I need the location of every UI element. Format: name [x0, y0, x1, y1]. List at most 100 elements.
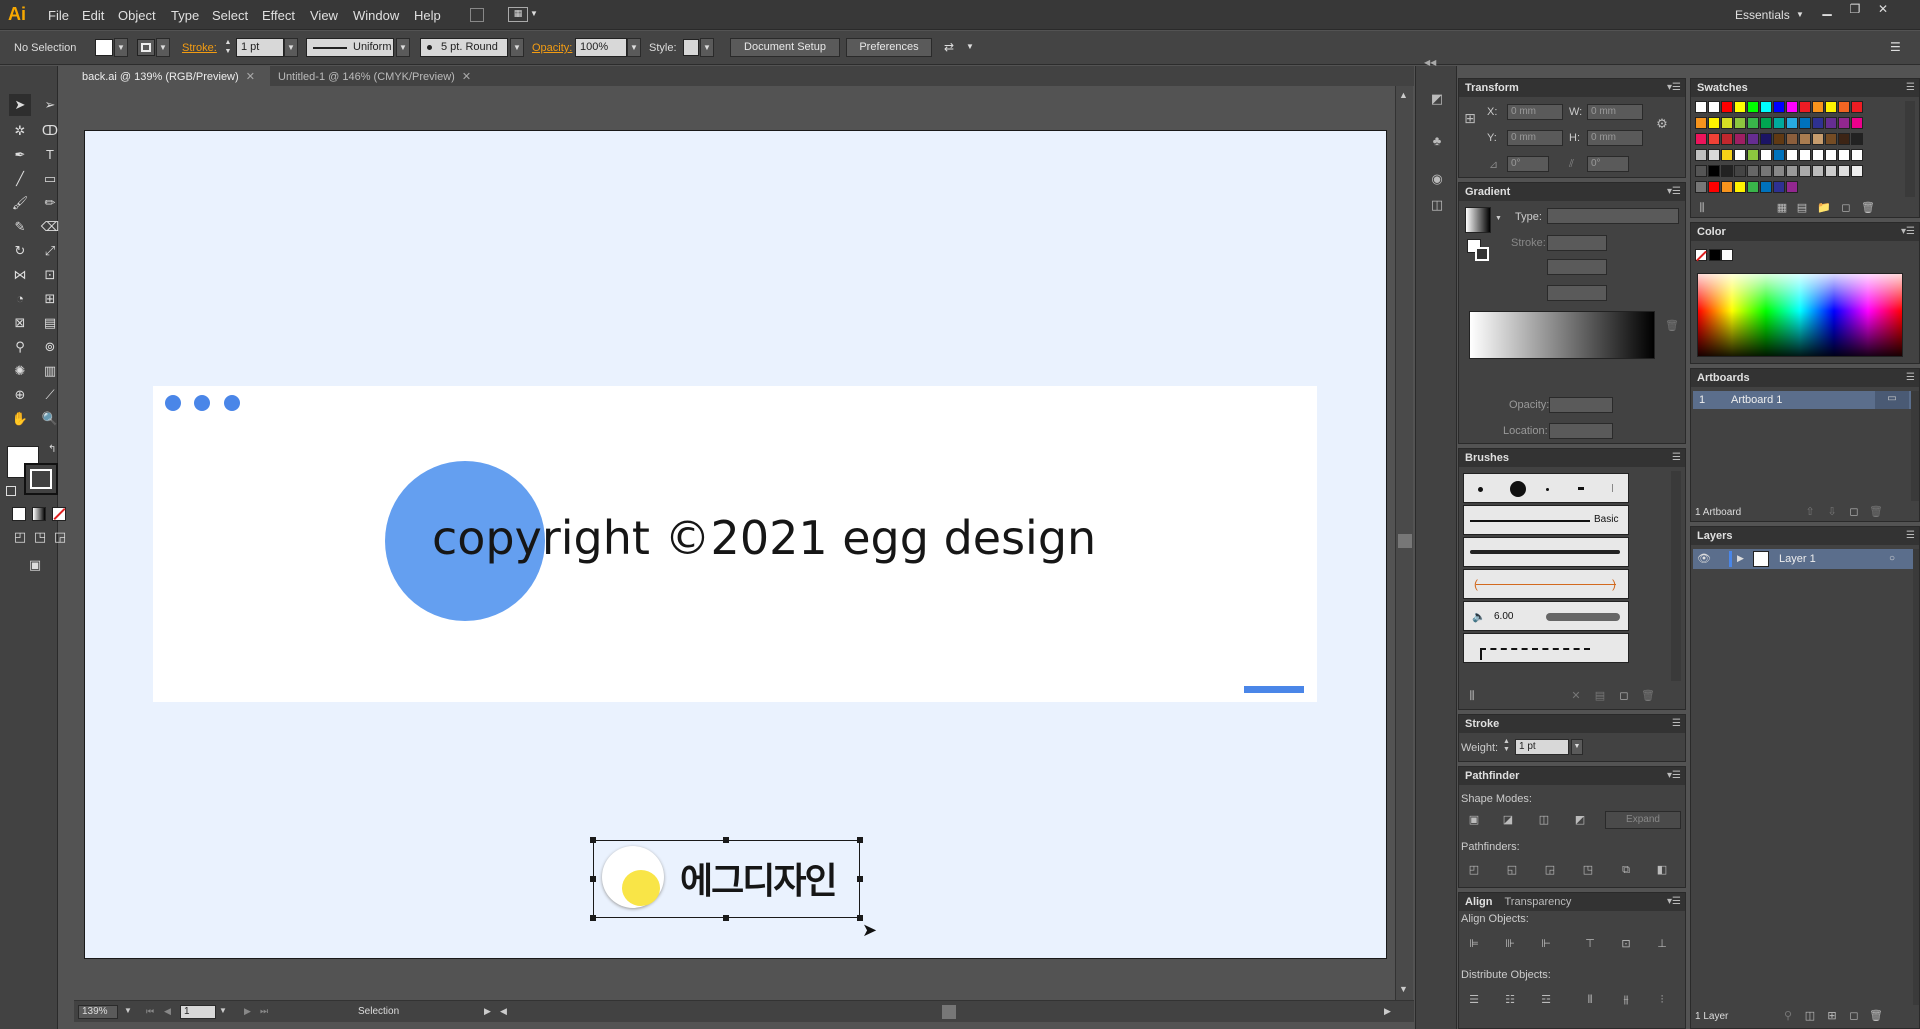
brush-libraries-icon[interactable]: ⫼ — [1465, 689, 1479, 703]
weight-stepper[interactable]: ▲ ▼ — [1503, 738, 1510, 754]
swatch[interactable] — [1786, 165, 1798, 177]
swatch[interactable] — [1721, 101, 1733, 113]
align-center-v-icon[interactable]: ⊡ — [1619, 937, 1633, 951]
column-graph-tool-icon[interactable]: ▥ — [39, 360, 61, 382]
artboard-row[interactable]: 1 Artboard 1 ▭ — [1693, 391, 1911, 409]
swatch[interactable] — [1851, 149, 1863, 161]
none-mode-icon[interactable] — [52, 507, 66, 521]
swatch[interactable] — [1747, 181, 1759, 193]
gradient-angle-field[interactable] — [1547, 259, 1607, 275]
swatch[interactable] — [1786, 117, 1798, 129]
banner-dot[interactable] — [165, 395, 181, 411]
swatch[interactable] — [1721, 181, 1733, 193]
color-guide-icon[interactable]: ◩ — [1430, 92, 1444, 106]
color-mode-icon[interactable] — [12, 507, 26, 521]
workspace-switcher[interactable]: Essentials — [1735, 8, 1790, 22]
draw-inside-icon[interactable]: ◲ — [49, 526, 71, 548]
stroke-color-box[interactable] — [24, 463, 58, 495]
stroke-swatch[interactable] — [137, 39, 155, 56]
swatch[interactable] — [1825, 101, 1837, 113]
vertical-scrollbar[interactable]: ▲ ▼ — [1395, 86, 1413, 1000]
banner-dot[interactable] — [224, 395, 240, 411]
lasso-tool-icon[interactable]: ↀ — [39, 120, 61, 142]
chevron-down-icon[interactable]: ▼ — [530, 9, 538, 18]
graphic-styles-icon[interactable]: ◫ — [1430, 198, 1444, 212]
swatch[interactable] — [1721, 117, 1733, 129]
pathfinder-panel-title[interactable]: Pathfinder ▾☰ — [1459, 767, 1685, 785]
collapse-dock-icon[interactable]: ◀◀ — [1424, 58, 1436, 67]
distribute-center-h-icon[interactable]: ⫵ — [1619, 993, 1633, 1007]
last-artboard-icon[interactable]: ⏭ — [260, 1006, 268, 1017]
swatch[interactable] — [1708, 165, 1720, 177]
merge-icon[interactable]: ◲ — [1543, 863, 1557, 877]
panel-menu-icon[interactable]: ▾☰ — [1667, 770, 1681, 781]
swatch[interactable] — [1851, 133, 1863, 145]
symbols-icon[interactable]: ♣ — [1430, 134, 1444, 148]
opacity-field[interactable]: 100% — [575, 38, 627, 57]
trim-icon[interactable]: ◱ — [1505, 863, 1519, 877]
new-color-group-icon[interactable]: 📁 — [1817, 201, 1831, 215]
control-panel-menu-icon[interactable]: ☰ — [1890, 40, 1901, 54]
swatch[interactable] — [1825, 117, 1837, 129]
bounding-box-handle[interactable] — [857, 876, 863, 882]
swap-fill-stroke-icon[interactable]: ↰ — [48, 444, 56, 455]
tab-untitled-1[interactable]: Untitled-1 @ 146% (CMYK/Preview) ✕ — [270, 66, 490, 86]
bounding-box-handle[interactable] — [723, 915, 729, 921]
tab-close-icon[interactable]: ✕ — [462, 71, 471, 83]
tab-transparency[interactable]: Transparency — [1505, 896, 1572, 908]
swatch[interactable] — [1825, 133, 1837, 145]
swatch[interactable] — [1773, 117, 1785, 129]
artboard-dropdown-icon[interactable]: ▼ — [219, 1006, 227, 1015]
perspective-grid-tool-icon[interactable]: ⊞ — [39, 288, 61, 310]
brush-tip-tiny[interactable] — [1546, 488, 1549, 491]
make-clipping-mask-icon[interactable]: ◫ — [1803, 1009, 1817, 1023]
bounding-box-handle[interactable] — [723, 837, 729, 843]
crop-icon[interactable]: ◳ — [1581, 863, 1595, 877]
distribute-left-icon[interactable]: ⫴ — [1583, 993, 1597, 1007]
align-right-icon[interactable]: ⊩ — [1539, 937, 1553, 951]
symbol-sprayer-tool-icon[interactable]: ✺ — [9, 360, 31, 382]
brush-arrow-row[interactable]: ( ) — [1463, 569, 1629, 599]
white-color-icon[interactable] — [1721, 249, 1733, 261]
stroke-label[interactable]: Stroke: — [182, 42, 217, 54]
banner-dot[interactable] — [194, 395, 210, 411]
eyedropper-tool-icon[interactable]: ⚲ — [9, 336, 31, 358]
swatch[interactable] — [1721, 133, 1733, 145]
blob-brush-tool-icon[interactable]: ✎ — [9, 216, 31, 238]
swatch[interactable] — [1721, 165, 1733, 177]
gradient-stroke-icon[interactable] — [1475, 247, 1489, 261]
swatch[interactable] — [1734, 165, 1746, 177]
delete-swatch-icon[interactable]: 🗑 — [1861, 201, 1875, 215]
minus-back-icon[interactable]: ◧ — [1655, 863, 1669, 877]
swatch[interactable] — [1851, 117, 1863, 129]
scroll-right-icon[interactable]: ▶ — [1384, 1006, 1391, 1017]
zoom-field[interactable]: 139% — [78, 1005, 118, 1019]
swatch[interactable] — [1786, 101, 1798, 113]
artboard-options-icon[interactable]: ▭ — [1875, 391, 1909, 409]
x-field[interactable]: 0 mm — [1507, 104, 1563, 120]
swatch[interactable] — [1825, 149, 1837, 161]
swatch[interactable] — [1695, 181, 1707, 193]
next-artboard-icon[interactable]: ▶ — [244, 1006, 251, 1017]
align-left-icon[interactable]: ⊫ — [1467, 937, 1481, 951]
expand-button[interactable]: Expand — [1605, 811, 1681, 829]
blend-tool-icon[interactable]: ⊚ — [39, 336, 61, 358]
swatch[interactable] — [1786, 133, 1798, 145]
align-center-h-icon[interactable]: ⊪ — [1503, 937, 1517, 951]
gradient-type-select[interactable] — [1547, 208, 1679, 224]
swatch[interactable] — [1786, 149, 1798, 161]
minus-front-icon[interactable]: ◪ — [1501, 813, 1515, 827]
status-tool-label[interactable]: Selection — [358, 1006, 399, 1017]
swatch[interactable] — [1812, 101, 1824, 113]
brush-bristle-row[interactable]: 🔈 6.00 — [1463, 601, 1629, 631]
artboards-scrollbar[interactable] — [1911, 391, 1919, 501]
swatch[interactable] — [1851, 101, 1863, 113]
stroke-panel-title[interactable]: Stroke ☰ — [1459, 715, 1685, 733]
swatch-options-icon[interactable]: ▤ — [1795, 201, 1809, 215]
vertical-scroll-thumb[interactable] — [1398, 534, 1412, 548]
shear-field[interactable]: 0° — [1587, 156, 1629, 172]
unite-icon[interactable]: ▣ — [1467, 813, 1481, 827]
swatch[interactable] — [1799, 101, 1811, 113]
new-artboard-icon[interactable]: ◻ — [1847, 505, 1861, 519]
swatches-panel-title[interactable]: Swatches ☰ — [1691, 79, 1919, 97]
